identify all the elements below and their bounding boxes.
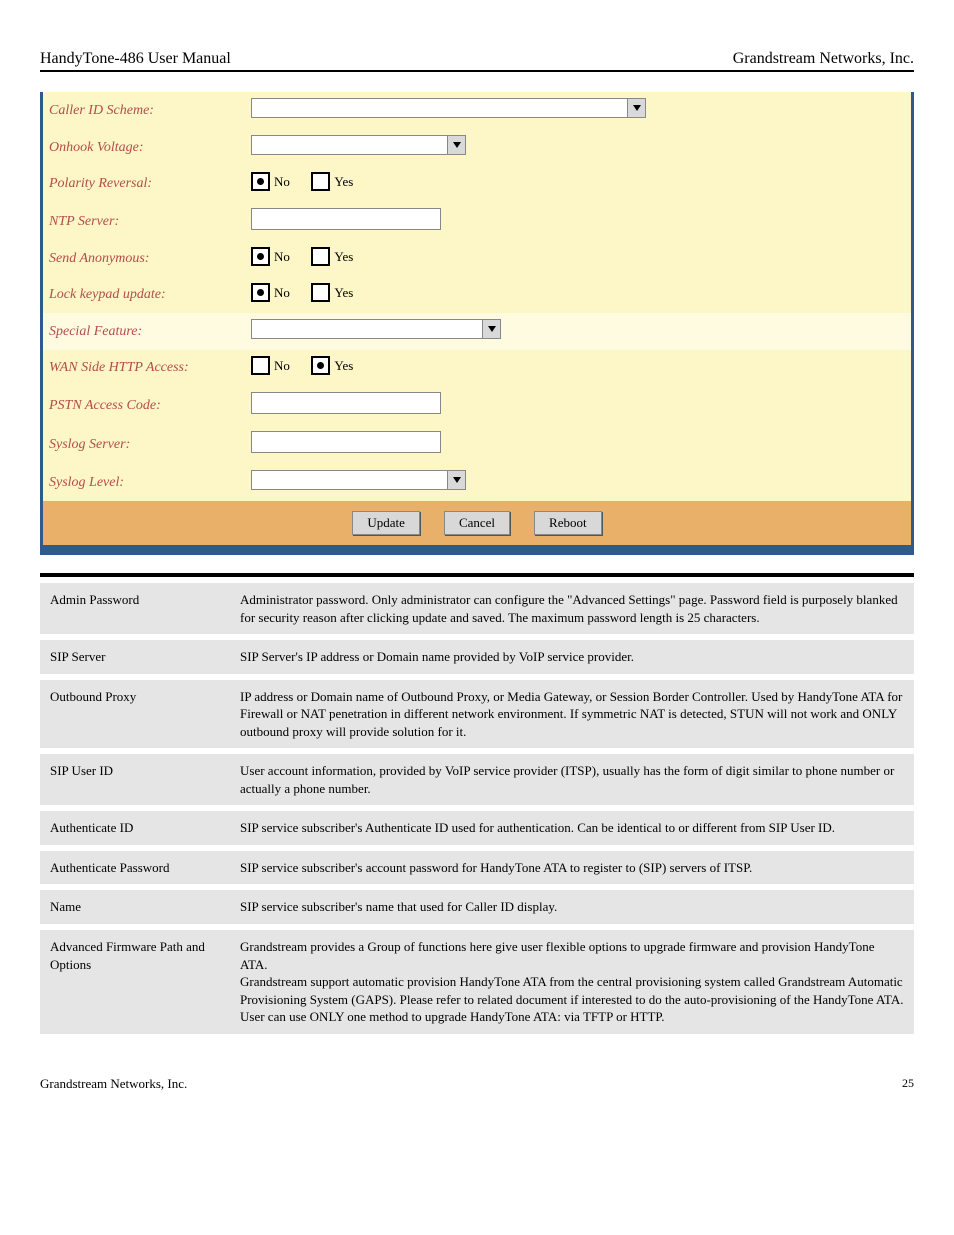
caller-id-scheme-select[interactable] — [251, 98, 646, 118]
send-anonymous-yes[interactable]: Yes — [311, 247, 353, 266]
footer-page-number: 25 — [902, 1076, 914, 1091]
radio-icon — [251, 247, 270, 266]
radio-icon — [251, 172, 270, 191]
desc-key: Name — [40, 890, 230, 924]
label-syslog-server: Syslog Server: — [43, 425, 245, 464]
label-caller-id-scheme: Caller ID Scheme: — [43, 92, 245, 129]
cancel-button[interactable]: Cancel — [444, 511, 510, 535]
update-button[interactable]: Update — [352, 511, 420, 535]
table-row: Authenticate IDSIP service subscriber's … — [40, 811, 914, 845]
radio-icon — [311, 356, 330, 375]
desc-key: Authenticate ID — [40, 811, 230, 845]
label-special-feature: Special Feature: — [43, 313, 245, 350]
chevron-down-icon — [447, 471, 465, 489]
onhook-voltage-select[interactable] — [251, 135, 466, 155]
desc-value: User account information, provided by Vo… — [230, 754, 914, 805]
syslog-level-select[interactable] — [251, 470, 466, 490]
settings-form: Caller ID Scheme: Onhook Voltage: — [40, 92, 914, 555]
label-syslog-level: Syslog Level: — [43, 464, 245, 501]
label-onhook-voltage: Onhook Voltage: — [43, 129, 245, 166]
special-feature-select[interactable] — [251, 319, 501, 339]
chevron-down-icon — [627, 99, 645, 117]
radio-label: No — [274, 358, 290, 374]
desc-value: IP address or Domain name of Outbound Pr… — [230, 680, 914, 749]
table-row: SIP User IDUser account information, pro… — [40, 754, 914, 805]
label-send-anonymous: Send Anonymous: — [43, 241, 245, 277]
desc-value: SIP service subscriber's Authenticate ID… — [230, 811, 914, 845]
label-polarity-reversal: Polarity Reversal: — [43, 166, 245, 202]
table-row: NameSIP service subscriber's name that u… — [40, 890, 914, 924]
header-title: HandyTone-486 User Manual — [40, 50, 231, 68]
label-pstn-access-code: PSTN Access Code: — [43, 386, 245, 425]
send-anonymous-no[interactable]: No — [251, 247, 290, 266]
desc-value: Grandstream provides a Group of function… — [230, 930, 914, 1034]
table-row: Authenticate PasswordSIP service subscri… — [40, 851, 914, 885]
radio-label: Yes — [334, 285, 353, 301]
syslog-server-input[interactable] — [251, 431, 441, 453]
lock-keypad-no[interactable]: No — [251, 283, 290, 302]
label-ntp-server: NTP Server: — [43, 202, 245, 241]
header-vendor: Grandstream Networks, Inc. — [733, 50, 914, 68]
ntp-server-input[interactable] — [251, 208, 441, 230]
desc-key: SIP Server — [40, 640, 230, 674]
radio-icon — [311, 172, 330, 191]
reboot-button[interactable]: Reboot — [534, 511, 602, 535]
radio-icon — [251, 356, 270, 375]
table-row: Admin PasswordAdministrator password. On… — [40, 583, 914, 634]
page-footer: Grandstream Networks, Inc. 25 — [40, 1076, 914, 1092]
table-row: SIP ServerSIP Server's IP address or Dom… — [40, 640, 914, 674]
wan-http-no[interactable]: No — [251, 356, 290, 375]
footer-brand: Grandstream Networks, Inc. — [40, 1076, 187, 1091]
lock-keypad-yes[interactable]: Yes — [311, 283, 353, 302]
radio-icon — [251, 283, 270, 302]
table-row: Advanced Firmware Path and OptionsGrands… — [40, 930, 914, 1034]
desc-key: SIP User ID — [40, 754, 230, 805]
radio-label: Yes — [334, 358, 353, 374]
radio-label: Yes — [334, 174, 353, 190]
chevron-down-icon — [447, 136, 465, 154]
desc-value: SIP Server's IP address or Domain name p… — [230, 640, 914, 674]
desc-value: Administrator password. Only administrat… — [230, 583, 914, 634]
desc-value: SIP service subscriber's account passwor… — [230, 851, 914, 885]
form-frame-bottom — [43, 545, 911, 555]
form-button-row: Update Cancel Reboot — [43, 501, 911, 545]
polarity-reversal-yes[interactable]: Yes — [311, 172, 353, 191]
wan-http-yes[interactable]: Yes — [311, 356, 353, 375]
desc-key: Authenticate Password — [40, 851, 230, 885]
radio-label: No — [274, 174, 290, 190]
radio-icon — [311, 283, 330, 302]
desc-key: Advanced Firmware Path and Options — [40, 930, 230, 1034]
radio-icon — [311, 247, 330, 266]
radio-label: No — [274, 249, 290, 265]
table-row: Outbound ProxyIP address or Domain name … — [40, 680, 914, 749]
polarity-reversal-no[interactable]: No — [251, 172, 290, 191]
radio-label: No — [274, 285, 290, 301]
radio-label: Yes — [334, 249, 353, 265]
page-header: HandyTone-486 User Manual Grandstream Ne… — [40, 50, 914, 72]
label-wan-http: WAN Side HTTP Access: — [43, 350, 245, 386]
desc-value: SIP service subscriber's name that used … — [230, 890, 914, 924]
pstn-access-code-input[interactable] — [251, 392, 441, 414]
label-lock-keypad: Lock keypad update: — [43, 277, 245, 313]
field-descriptions-table: Admin PasswordAdministrator password. On… — [40, 577, 914, 1040]
desc-key: Outbound Proxy — [40, 680, 230, 749]
chevron-down-icon — [482, 320, 500, 338]
desc-key: Admin Password — [40, 583, 230, 634]
